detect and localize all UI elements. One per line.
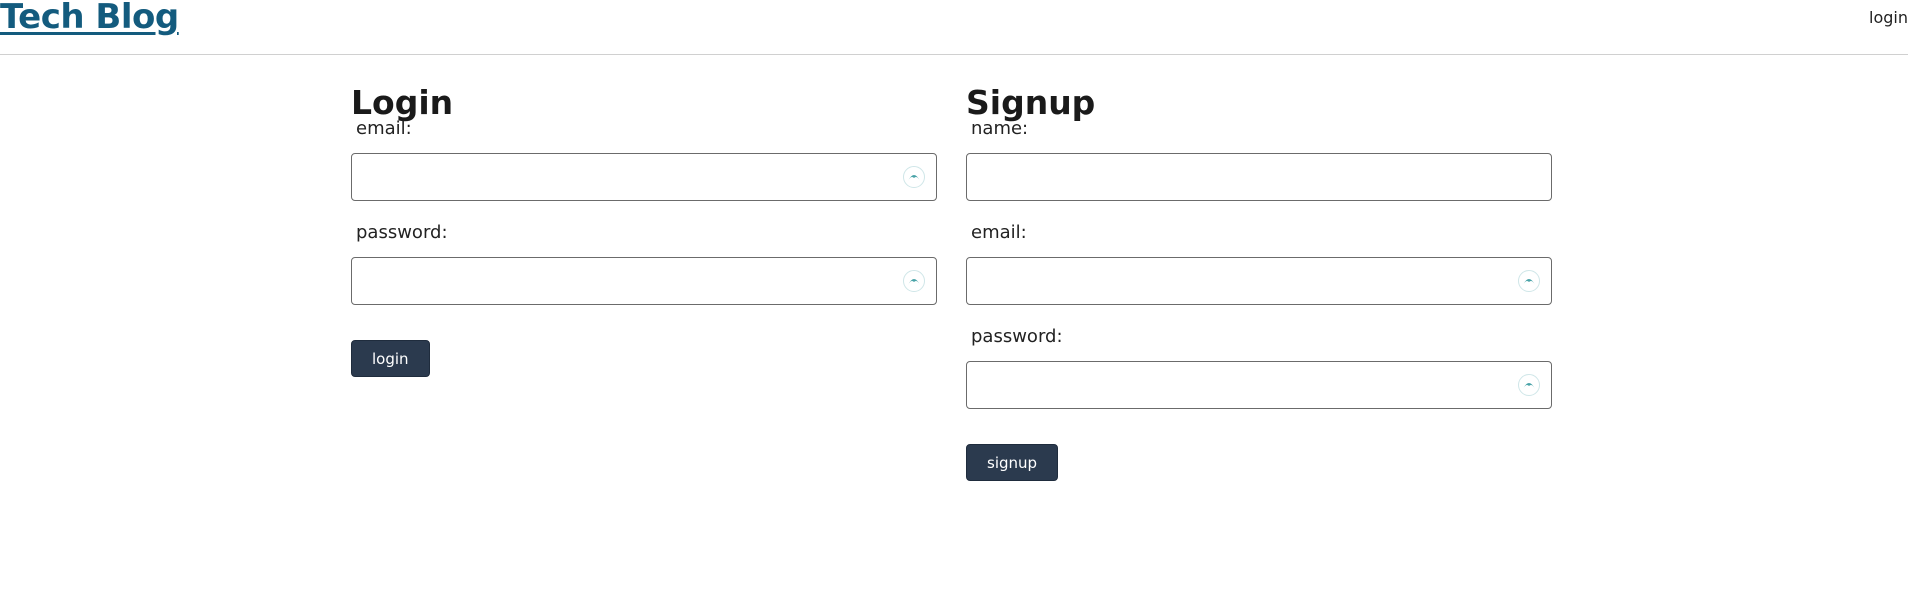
signup-password-field[interactable] <box>966 361 1552 409</box>
login-password-input[interactable] <box>352 258 936 304</box>
nav-login-link[interactable]: login <box>1869 8 1908 27</box>
signup-email-input[interactable] <box>967 258 1551 304</box>
password-manager-icon[interactable] <box>1518 270 1540 292</box>
signup-name-label: name: <box>971 118 1029 139</box>
site-brand-link[interactable]: Tech Blog <box>0 0 179 37</box>
signup-email-field[interactable] <box>966 257 1552 305</box>
login-password-field[interactable] <box>351 257 937 305</box>
password-manager-icon[interactable] <box>903 166 925 188</box>
signup-name-input[interactable] <box>967 154 1551 200</box>
site-header: Tech Blog login <box>0 0 1908 55</box>
signup-password-label: password: <box>971 326 1063 347</box>
signup-name-field[interactable] <box>966 153 1552 201</box>
login-button[interactable]: login <box>351 340 430 377</box>
login-email-input[interactable] <box>352 154 936 200</box>
signup-email-label: email: <box>971 222 1027 243</box>
signup-password-input[interactable] <box>967 362 1551 408</box>
signup-button[interactable]: signup <box>966 444 1059 481</box>
login-email-field[interactable] <box>351 153 937 201</box>
password-manager-icon[interactable] <box>903 270 925 292</box>
login-email-label: email: <box>356 118 412 139</box>
login-password-label: password: <box>356 222 448 243</box>
password-manager-icon[interactable] <box>1518 374 1540 396</box>
